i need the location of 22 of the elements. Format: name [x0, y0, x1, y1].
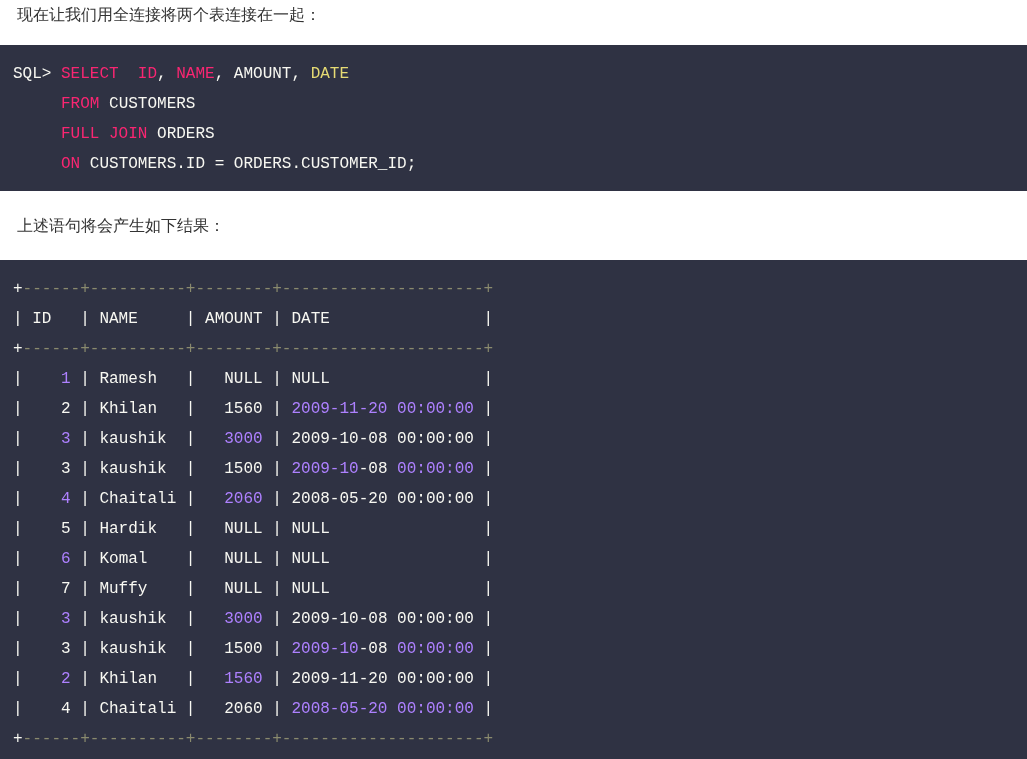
code-line: +------+----------+--------+---------------------+ — [13, 279, 494, 300]
code-line: | 2 | Khilan | 1560 | 2009-11-20 00:00:00 | — [13, 669, 494, 690]
code-line: | 4 | Chaitali | 2060 | 2008-05-20 00:00:00 | — [13, 699, 494, 720]
code-line: SQL> SELECT ID, NAME, AMOUNT, DATE — [13, 64, 350, 85]
code-line: | 3 | kaushik | 1500 | 2009-10-08 00:00:00 | — [13, 459, 494, 480]
code-line: | 7 | Muffy | NULL | NULL | — [13, 579, 494, 600]
code-line: | 1 | Ramesh | NULL | NULL | — [13, 369, 494, 390]
code-line: | 4 | Chaitali | 2060 | 2008-05-20 00:00:00 | — [13, 489, 494, 510]
code-line: | 2 | Khilan | 1560 | 2009-11-20 00:00:00 | — [13, 399, 494, 420]
code-line: +------+----------+--------+---------------------+ — [13, 339, 494, 360]
code-line: ON CUSTOMERS.ID = ORDERS.CUSTOMER_ID; — [60, 154, 417, 175]
code-line: FROM CUSTOMERS — [60, 94, 196, 115]
code-line: | ID | NAME | AMOUNT | DATE | — [13, 309, 494, 330]
code-line: | 3 | kaushik | 3000 | 2009-10-08 00:00:00 | — [13, 609, 494, 630]
paragraph: 上述语句将会产生如下结果： — [16, 216, 226, 236]
code-line: | 5 | Hardik | NULL | NULL | — [13, 519, 494, 540]
code-line: | 3 | kaushik | 3000 | 2009-10-08 00:00:00 | — [13, 429, 494, 450]
code-line: | 6 | Komal | NULL | NULL | — [13, 549, 494, 570]
code-line: | 3 | kaushik | 1500 | 2009-10-08 00:00:00 | — [13, 639, 494, 660]
code-line: FULL JOIN ORDERS — [60, 124, 215, 145]
paragraph: 现在让我们用全连接将两个表连接在一起： — [16, 5, 322, 25]
code-line: +------+----------+--------+---------------------+ — [13, 729, 494, 750]
